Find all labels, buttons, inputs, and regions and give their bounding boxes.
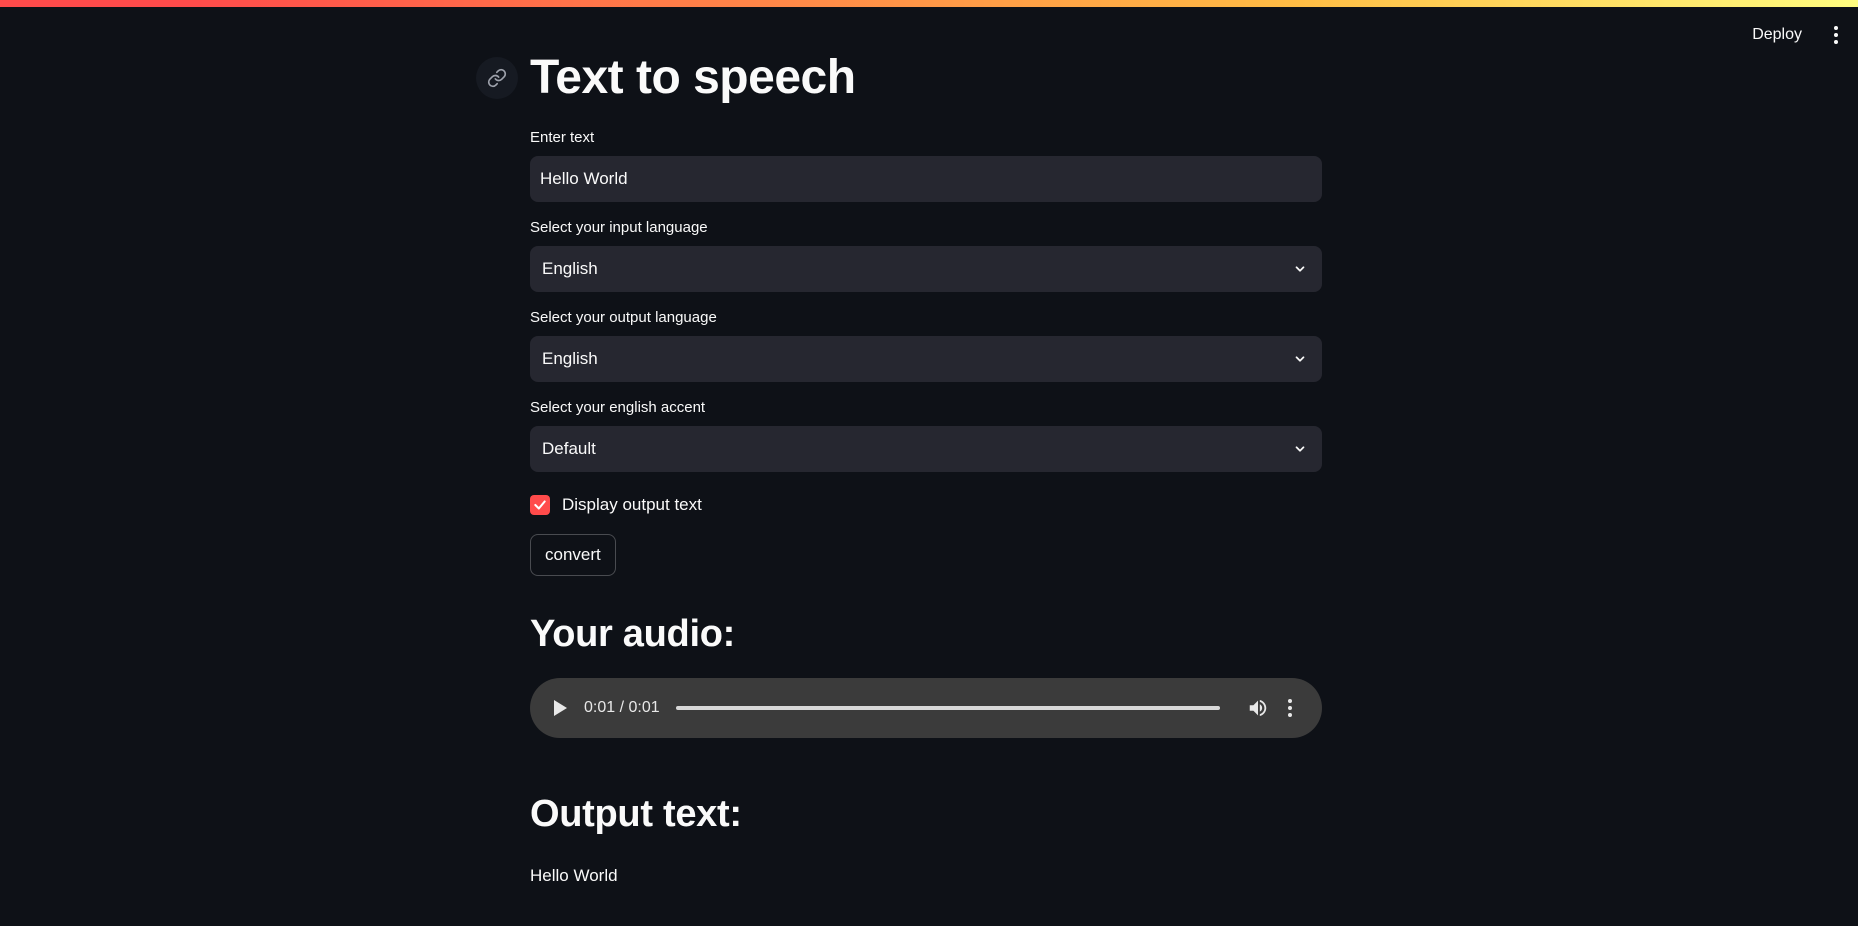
chevron-down-icon <box>1290 259 1310 279</box>
header-actions: Deploy <box>1746 22 1844 48</box>
play-icon[interactable] <box>548 696 572 720</box>
accent-label: Select your english accent <box>530 399 706 416</box>
accent-value: Default <box>542 439 596 458</box>
output-text: Hello World <box>530 866 618 885</box>
accent-select[interactable]: Default <box>530 426 1322 472</box>
display-output-label[interactable]: Display output text <box>562 495 702 515</box>
link-icon[interactable] <box>476 57 518 99</box>
audio-player: 0:01 / 0:01 <box>530 678 1322 738</box>
chevron-down-icon <box>1290 349 1310 369</box>
kebab-menu-icon[interactable] <box>1828 23 1844 47</box>
page-title: Text to speech <box>530 51 856 104</box>
input-language-select[interactable]: English <box>530 246 1322 292</box>
audio-progress-slider[interactable] <box>676 706 1220 710</box>
output-language-value: English <box>542 349 598 368</box>
deploy-button[interactable]: Deploy <box>1746 22 1808 48</box>
display-output-checkbox[interactable] <box>530 495 550 515</box>
audio-time: 0:01 / 0:01 <box>584 699 660 716</box>
convert-button[interactable]: convert <box>530 534 616 576</box>
input-language-value: English <box>542 259 598 278</box>
input-language-label: Select your input language <box>530 219 708 236</box>
display-output-row: Display output text <box>530 494 1322 516</box>
enter-text-label: Enter text <box>530 129 595 146</box>
chevron-down-icon <box>1290 439 1310 459</box>
main-content: Text to speech Enter text Select your in… <box>476 40 1322 886</box>
text-input[interactable] <box>530 156 1322 202</box>
audio-heading: Your audio: <box>530 613 735 655</box>
top-decoration-bar <box>0 0 1858 7</box>
output-language-select[interactable]: English <box>530 336 1322 382</box>
title-row: Text to speech <box>476 40 1322 116</box>
output-heading: Output text: <box>530 793 742 835</box>
output-language-label: Select your output language <box>530 309 717 326</box>
audio-more-icon[interactable] <box>1282 696 1298 720</box>
volume-icon[interactable] <box>1246 696 1270 720</box>
